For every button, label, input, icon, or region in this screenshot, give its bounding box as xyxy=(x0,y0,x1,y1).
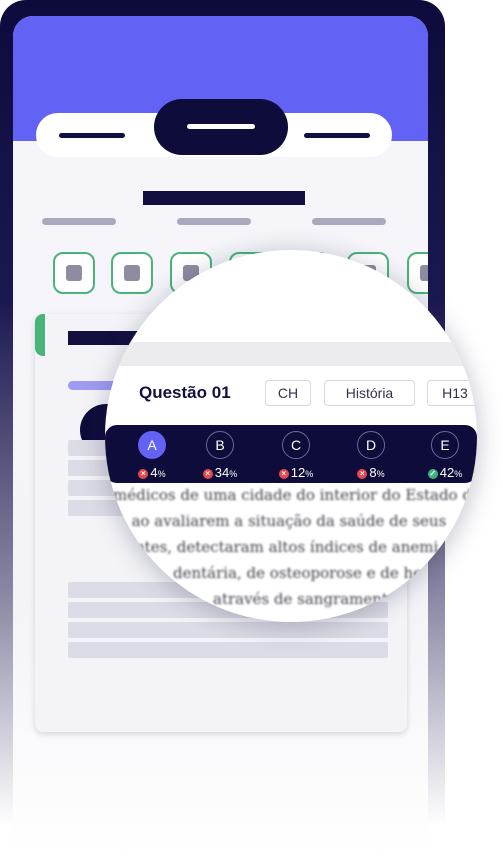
option-percent: 4 xyxy=(150,465,158,480)
option-percent: 8 xyxy=(369,465,377,480)
card-accent xyxy=(35,314,45,356)
percent-sign: % xyxy=(157,469,166,479)
skill-tag: H13 xyxy=(427,380,477,406)
option-letter: A xyxy=(138,431,166,459)
text-line-placeholder xyxy=(68,642,388,658)
close-icon: × xyxy=(138,469,149,479)
option-letter: E xyxy=(431,431,459,459)
option-letter: B xyxy=(206,431,234,459)
passage-line: dentária, de osteoporose e de hem xyxy=(173,564,437,582)
subtitle-placeholder xyxy=(312,218,386,225)
page-title-placeholder xyxy=(143,191,305,205)
close-icon: × xyxy=(202,469,213,479)
passage-line: o, ao avaliarem a situação da saúde de s… xyxy=(113,512,447,530)
answer-options-bar: A × 4% B × 34% C × 12% D × 8% E ✓ 42% xyxy=(105,425,477,483)
percent-sign: % xyxy=(305,469,314,479)
option-percent: 34 xyxy=(214,465,230,480)
option-stat: ✓ 42% xyxy=(415,465,475,480)
option-c[interactable]: C × 12% xyxy=(266,431,326,480)
magnifier-lens: Questão 01 CH História H13 A × 4% B × 34% … xyxy=(105,250,477,622)
option-a[interactable]: A × 4% xyxy=(122,431,182,480)
option-stat: × 12% xyxy=(266,465,326,480)
close-icon: × xyxy=(278,469,289,479)
nav-item-left[interactable] xyxy=(59,133,125,138)
option-letter: C xyxy=(282,431,310,459)
option-stat: × 4% xyxy=(122,465,182,480)
option-percent: 12 xyxy=(290,465,306,480)
nav-item-right[interactable] xyxy=(304,133,370,138)
close-icon: × xyxy=(357,469,368,479)
option-stat: × 8% xyxy=(341,465,401,480)
top-navigation xyxy=(36,99,392,157)
check-icon: ✓ xyxy=(427,469,438,479)
option-percent: 42 xyxy=(439,465,455,480)
question-title: Questão 01 xyxy=(139,383,231,402)
nav-item-active[interactable] xyxy=(154,99,288,155)
text-line-placeholder xyxy=(68,622,388,638)
option-stat: × 34% xyxy=(190,465,250,480)
percent-sign: % xyxy=(229,469,238,479)
option-b[interactable]: B × 34% xyxy=(190,431,250,480)
passage-line: ntes, detectaram altos índices de anemi xyxy=(135,538,439,556)
area-tag: CH xyxy=(265,380,311,406)
option-d[interactable]: D × 8% xyxy=(341,431,401,480)
question-square[interactable] xyxy=(53,252,95,294)
percent-sign: % xyxy=(454,469,463,479)
percent-sign: % xyxy=(376,469,385,479)
lens-top-strip xyxy=(105,342,477,366)
question-square[interactable] xyxy=(407,252,428,294)
passage-line: através de sangramentos no xyxy=(213,590,429,608)
question-square[interactable] xyxy=(111,252,153,294)
option-e[interactable]: E ✓ 42% xyxy=(415,431,475,480)
subtitle-placeholder xyxy=(177,218,251,225)
option-letter: D xyxy=(357,431,385,459)
subtitle-placeholder xyxy=(42,218,116,225)
subject-tag: História xyxy=(324,380,415,406)
passage-line: médicos de uma cidade do interior do Est… xyxy=(113,486,472,504)
